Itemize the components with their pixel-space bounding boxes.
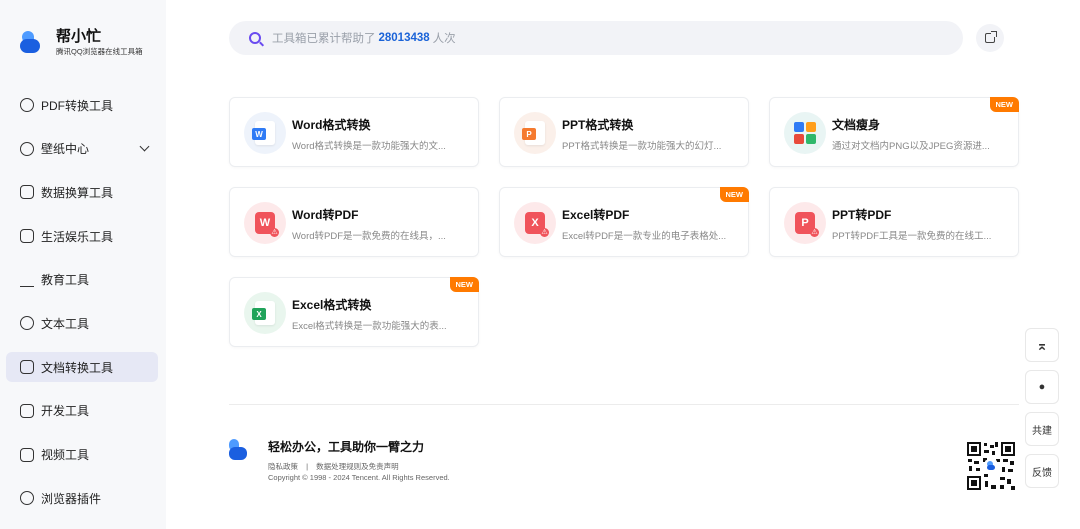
sidebar-item-label: 数据换算工具 [41, 185, 114, 200]
share-button[interactable] [976, 24, 1004, 52]
feedback-label: 反馈 [1032, 467, 1052, 479]
game-icon [20, 229, 34, 244]
sidebar-item-label: 壁纸中心 [41, 142, 90, 157]
footer-logo-icon [229, 439, 247, 461]
sidebar-item-label: 开发工具 [41, 404, 90, 419]
card-desc: Word格式转换是一款功能强大的文... [292, 141, 446, 152]
doc-slim-icon [784, 112, 826, 154]
qr-code-icon [966, 441, 1016, 491]
new-badge: NEW [989, 97, 1019, 112]
sidebar-item-text[interactable]: 文本工具 [6, 308, 158, 338]
search-icon [249, 32, 261, 44]
doc-convert-icon [20, 360, 34, 375]
new-badge: NEW [449, 277, 479, 292]
sidebar-item-label: PDF转换工具 [41, 98, 114, 113]
tool-card-word-format[interactable]: W Word格式转换 Word格式转换是一款功能强大的文... [229, 97, 479, 167]
card-desc: 通过对文档内PNG以及JPEG资源进... [832, 141, 990, 152]
footer-divider [229, 404, 1019, 405]
privacy-policy-link[interactable]: 隐私政策 [268, 462, 298, 471]
footer-slogan: 轻松办公，工具助你一臂之力 [268, 440, 425, 454]
search-prefix: 工具箱已累计帮助了 [272, 33, 376, 45]
cobuild-label: 共建 [1032, 425, 1052, 437]
sidebar: 帮小忙 腾讯QQ浏览器在线工具箱 PDF转换工具 壁纸中心 数据换算工具 生活娱… [0, 0, 166, 529]
search-count: 28013438 [378, 32, 430, 44]
sidebar-item-label: 教育工具 [41, 273, 90, 288]
sidebar-item-dev[interactable]: 开发工具 [6, 396, 158, 426]
sidebar-item-plugin[interactable]: 浏览器插件 [6, 483, 158, 513]
card-desc: Excel格式转换是一款功能强大的表... [292, 321, 447, 332]
plugin-icon [20, 491, 34, 506]
sidebar-item-label: 视频工具 [41, 448, 90, 462]
sidebar-item-label: 生活娱乐工具 [41, 229, 114, 244]
card-desc: PPT转PDF工具是一款免费的在线工... [832, 231, 992, 242]
share-icon [985, 31, 997, 43]
tool-card-doc-slim[interactable]: 文档瘦身 通过对文档内PNG以及JPEG资源进... NEW [769, 97, 1019, 167]
card-title: 文档瘦身 [832, 118, 881, 132]
brand[interactable]: 帮小忙 腾讯QQ浏览器在线工具箱 [20, 28, 143, 57]
sidebar-item-label: 文档转换工具 [41, 360, 114, 375]
brand-title: 帮小忙 [56, 28, 102, 45]
sidebar-item-label: 文本工具 [41, 316, 90, 331]
sidebar-item-data-convert[interactable]: 数据换算工具 [6, 177, 158, 207]
word-pdf-icon: W [244, 202, 286, 244]
card-title: PPT转PDF [832, 208, 892, 222]
sidebar-item-education[interactable]: 教育工具 [6, 265, 158, 295]
card-desc: Word转PDF是一款免费的在线具，... [292, 231, 446, 242]
code-icon [20, 403, 34, 418]
brand-logo-icon [20, 30, 42, 55]
cobuild-button[interactable]: 共建 [1025, 412, 1059, 446]
text-icon [20, 316, 34, 331]
sidebar-item-video[interactable]: 视频工具 [6, 440, 158, 470]
back-to-top-button[interactable]: ⌅ [1025, 328, 1059, 362]
arrow-up-icon: ⌅ [1036, 336, 1048, 353]
card-title: Word转PDF [292, 208, 359, 222]
card-title: Word格式转换 [292, 118, 371, 132]
calculator-icon [20, 185, 34, 200]
tool-card-excel-pdf[interactable]: X Excel转PDF Excel转PDF是一款专业的电子表格处... NEW [499, 187, 749, 257]
brand-subtitle: 腾讯QQ浏览器在线工具箱 [56, 47, 143, 56]
tool-card-word-pdf[interactable]: W Word转PDF Word转PDF是一款免费的在线具，... [229, 187, 479, 257]
card-title: Excel格式转换 [292, 298, 372, 312]
sidebar-item-pdf[interactable]: PDF转换工具 [6, 90, 158, 120]
tool-card-ppt-format[interactable]: P PPT格式转换 PPT格式转换是一款功能强大的幻灯... [499, 97, 749, 167]
sidebar-item-doc-convert[interactable]: 文档转换工具 [6, 352, 158, 383]
ppt-pdf-icon: P [784, 202, 826, 244]
ppt-doc-icon: P [514, 112, 556, 154]
excel-doc-icon: X [244, 292, 286, 334]
search-suffix: 人次 [432, 33, 456, 45]
sidebar-item-label: 浏览器插件 [41, 491, 102, 506]
tool-card-excel-format[interactable]: X Excel格式转换 Excel格式转换是一款功能强大的表... NEW [229, 277, 479, 347]
card-desc: Excel转PDF是一款专业的电子表格处... [562, 231, 727, 242]
pdf-icon [20, 98, 34, 112]
word-doc-icon: W [244, 112, 286, 154]
card-title: PPT格式转换 [562, 118, 634, 132]
footer-links: 隐私政策 | 数据处理规则及免责声明 [268, 461, 399, 472]
sidebar-item-wallpaper[interactable]: 壁纸中心 [6, 134, 158, 164]
new-badge: NEW [719, 187, 749, 202]
data-rules-link[interactable]: 数据处理规则及免责声明 [316, 462, 399, 471]
chevron-down-icon[interactable] [139, 141, 150, 152]
sidebar-item-life[interactable]: 生活娱乐工具 [6, 221, 158, 251]
video-icon [20, 447, 34, 462]
qq-button[interactable]: ● [1025, 370, 1059, 404]
qq-penguin-icon: ● [1038, 381, 1046, 393]
tool-card-ppt-pdf[interactable]: P PPT转PDF PPT转PDF工具是一款免费的在线工... [769, 187, 1019, 257]
search-bar[interactable]: 工具箱已累计帮助了 28013438 人次 [229, 21, 963, 55]
footer-copyright: Copyright © 1998 - 2024 Tencent. All Rig… [268, 473, 450, 482]
wallpaper-icon [20, 141, 34, 156]
card-title: Excel转PDF [562, 208, 630, 222]
excel-pdf-icon: X [514, 202, 556, 244]
card-desc: PPT格式转换是一款功能强大的幻灯... [562, 141, 722, 152]
feedback-button[interactable]: 反馈 [1025, 454, 1059, 488]
footer-link-separator: | [306, 462, 309, 471]
education-icon [20, 273, 34, 287]
sidebar-nav: PDF转换工具 壁纸中心 数据换算工具 生活娱乐工具 教育工具 文本工具 文档转… [6, 90, 158, 527]
